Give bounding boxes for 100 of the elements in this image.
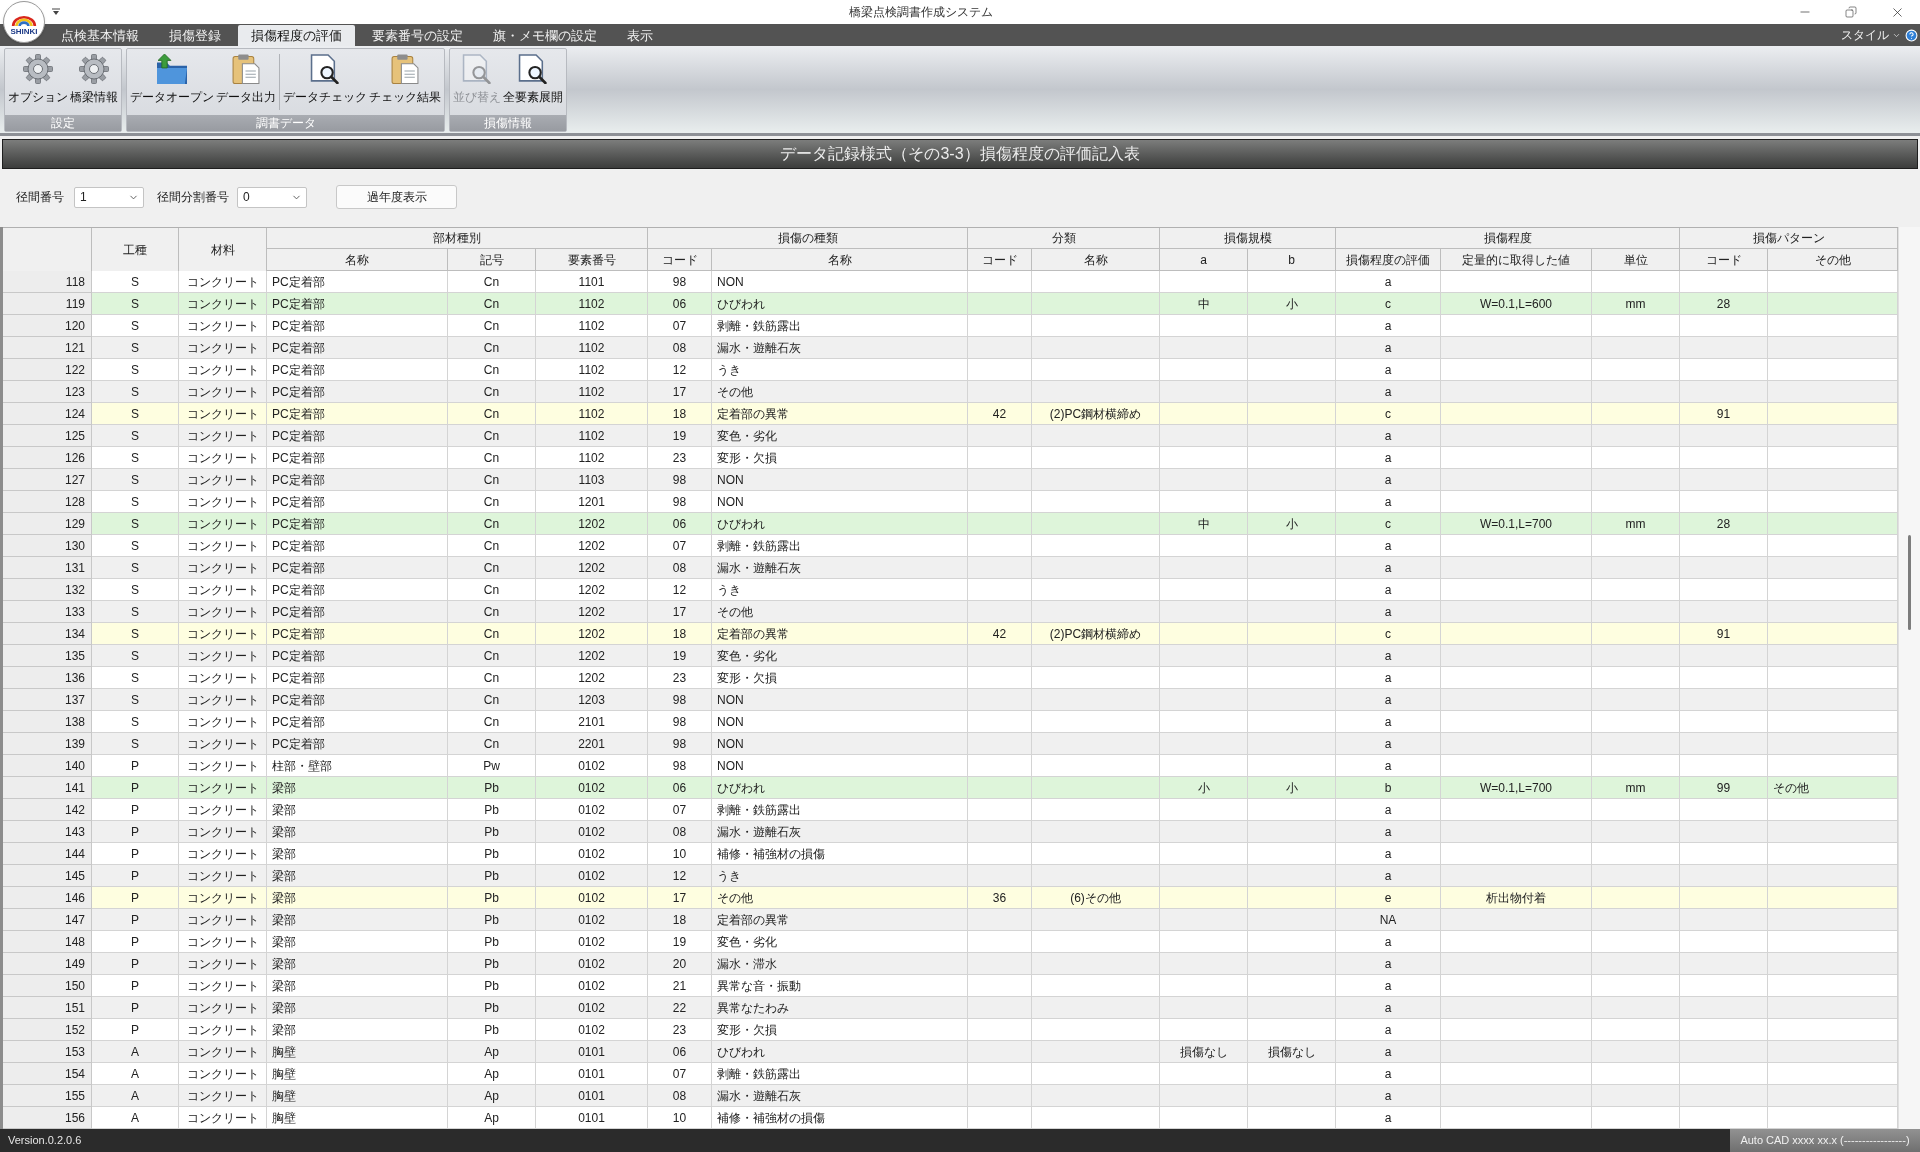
past-year-button[interactable]: 過年度表示 (336, 185, 457, 209)
table-row[interactable]: A コンクリート 胸壁 Ap 0101 06 ひびわれ 損傷なし 損傷なし a (92, 1041, 1898, 1063)
column-header: 定量的に取得した値 (1441, 249, 1592, 271)
table-row[interactable]: S コンクリート PC定着部 Cn 2201 98 NON a (92, 733, 1898, 755)
table-row[interactable]: S コンクリート PC定着部 Cn 1103 98 NON a (92, 469, 1898, 491)
column-header: a (1160, 249, 1248, 271)
table-row[interactable]: S コンクリート PC定着部 Cn 1202 23 変形・欠損 a (92, 667, 1898, 689)
column-header: 名称 (712, 249, 968, 271)
table-row[interactable]: S コンクリート PC定着部 Cn 1102 23 変形・欠損 a (92, 447, 1898, 469)
table-row[interactable]: P コンクリート 梁部 Pb 0102 12 うき a (92, 865, 1898, 887)
table-row[interactable]: P コンクリート 梁部 Pb 0102 10 補修・補強材の損傷 a (92, 843, 1898, 865)
table-row[interactable]: S コンクリート PC定着部 Cn 1202 12 うき a (92, 579, 1898, 601)
table-row[interactable]: S コンクリート PC定着部 Cn 1102 08 漏水・遊離石灰 a (92, 337, 1898, 359)
ribbon-tab[interactable]: 損傷登録 (156, 25, 234, 46)
table-row[interactable]: P コンクリート 梁部 Pb 0102 08 漏水・遊離石灰 a (92, 821, 1898, 843)
folder-arrow-icon (157, 54, 187, 84)
table-row[interactable]: P コンクリート 梁部 Pb 0102 22 異常なたわみ a (92, 997, 1898, 1019)
table-row[interactable]: S コンクリート PC定着部 Cn 1102 12 うき a (92, 359, 1898, 381)
row-number: 132 (3, 579, 92, 601)
table-row[interactable]: S コンクリート PC定着部 Cn 1102 07 剥離・鉄筋露出 a (92, 315, 1898, 337)
row-number: 156 (3, 1107, 92, 1129)
table-row[interactable]: P コンクリート 梁部 Pb 0102 07 剥離・鉄筋露出 a (92, 799, 1898, 821)
ribbon-tab[interactable]: 旗・メモ欄の設定 (480, 25, 610, 46)
row-number: 143 (3, 821, 92, 843)
table-row[interactable]: S コンクリート PC定着部 Cn 1102 17 その他 a (92, 381, 1898, 403)
column-group-header: 損傷の種類 (648, 228, 968, 249)
row-number: 124 (3, 403, 92, 425)
ribbon-button[interactable]: 橋梁情報 (69, 54, 119, 105)
row-number: 142 (3, 799, 92, 821)
table-row[interactable]: S コンクリート PC定着部 Cn 1102 06 ひびわれ 中 小 c W=0.1,L=600 mm 28 (92, 293, 1898, 315)
dropdown-caret-icon[interactable] (52, 8, 60, 16)
column-group-header: 分類 (968, 228, 1160, 249)
table-row[interactable]: S コンクリート PC定着部 Cn 1202 18 定着部の異常 42 (2)PC鋼材横締め c 91 (92, 623, 1898, 645)
table-row[interactable]: P コンクリート 梁部 Pb 0102 19 変色・劣化 a (92, 931, 1898, 953)
row-number: 138 (3, 711, 92, 733)
ribbon-button[interactable]: データチェック (282, 54, 368, 105)
table-row[interactable]: S コンクリート PC定着部 Cn 1101 98 NON a (92, 271, 1898, 293)
ribbon-button[interactable]: オプション (7, 54, 69, 105)
restore-icon (1845, 6, 1857, 18)
table-row[interactable]: A コンクリート 胸壁 Ap 0101 07 剥離・鉄筋露出 a (92, 1063, 1898, 1085)
row-number: 141 (3, 777, 92, 799)
table-row[interactable]: S コンクリート PC定着部 Cn 1202 06 ひびわれ 中 小 c W=0.1,L=700 mm 28 (92, 513, 1898, 535)
column-header: b (1248, 249, 1336, 271)
row-number: 128 (3, 491, 92, 513)
span-number-select[interactable]: 1 (74, 186, 144, 208)
form-title-bar: データ記録様式（その3-3）損傷程度の評価記入表 (2, 139, 1918, 169)
row-number: 126 (3, 447, 92, 469)
column-group-header: 損傷程度 (1336, 228, 1680, 249)
column-header: コード (1680, 249, 1768, 271)
span-division-select[interactable]: 0 (237, 186, 307, 208)
table-row[interactable]: S コンクリート PC定着部 Cn 1203 98 NON a (92, 689, 1898, 711)
ribbon-tab[interactable]: 損傷程度の評価 (238, 25, 355, 46)
table-row[interactable]: S コンクリート PC定着部 Cn 2101 98 NON a (92, 711, 1898, 733)
ribbon-tab[interactable]: 要素番号の設定 (359, 25, 476, 46)
ribbon-group-label: 調書データ (127, 115, 444, 131)
table-row[interactable]: P コンクリート 梁部 Pb 0102 21 異常な音・振動 a (92, 975, 1898, 997)
ribbon-button[interactable]: データ出力 (215, 54, 277, 105)
row-number: 139 (3, 733, 92, 755)
row-number: 148 (3, 931, 92, 953)
row-number: 127 (3, 469, 92, 491)
table-row[interactable]: S コンクリート PC定着部 Cn 1202 17 その他 a (92, 601, 1898, 623)
row-number: 151 (3, 997, 92, 1019)
table-row[interactable]: S コンクリート PC定着部 Cn 1102 18 定着部の異常 42 (2)PC鋼材横締め c 91 (92, 403, 1898, 425)
row-number: 146 (3, 887, 92, 909)
row-number: 152 (3, 1019, 92, 1041)
row-number: 118 (3, 271, 92, 293)
table-row[interactable]: S コンクリート PC定着部 Cn 1102 19 変色・劣化 a (92, 425, 1898, 447)
table-row[interactable]: P コンクリート 梁部 Pb 0102 18 定着部の異常 NA (92, 909, 1898, 931)
table-row[interactable]: P コンクリート 梁部 Pb 0102 17 その他 36 (6)その他 e 析出物付着 (92, 887, 1898, 909)
row-number: 130 (3, 535, 92, 557)
row-number: 155 (3, 1085, 92, 1107)
ribbon-button[interactable]: チェック結果 (368, 54, 442, 105)
cad-status-panel: Auto CAD xxxx xx.x (-----------------) (1730, 1129, 1920, 1152)
row-number: 154 (3, 1063, 92, 1085)
style-menu[interactable]: スタイル (1841, 24, 1901, 46)
row-number: 137 (3, 689, 92, 711)
table-row[interactable]: A コンクリート 胸壁 Ap 0101 08 漏水・遊離石灰 a (92, 1085, 1898, 1107)
row-number: 121 (3, 337, 92, 359)
ribbon-group-label: 設定 (5, 115, 121, 131)
table-row[interactable]: S コンクリート PC定着部 Cn 1201 98 NON a (92, 491, 1898, 513)
table-row[interactable]: P コンクリート 梁部 Pb 0102 20 漏水・滞水 a (92, 953, 1898, 975)
gear-icon (23, 54, 53, 84)
ribbon-button[interactable]: データオープン (129, 54, 215, 105)
clipboard-icon (231, 54, 261, 84)
table-row[interactable]: S コンクリート PC定着部 Cn 1202 08 漏水・遊離石灰 a (92, 557, 1898, 579)
table-row[interactable]: P コンクリート 柱部・壁部 Pw 0102 98 NON a (92, 755, 1898, 777)
row-number: 134 (3, 623, 92, 645)
table-row[interactable]: A コンクリート 胸壁 Ap 0101 10 補修・補強材の損傷 a (92, 1107, 1898, 1129)
field-label: 径間番号 (16, 189, 65, 206)
table-row[interactable]: S コンクリート PC定着部 Cn 1202 07 剥離・鉄筋露出 a (92, 535, 1898, 557)
column-header: 損傷程度の評価 (1336, 249, 1441, 271)
table-row[interactable]: P コンクリート 梁部 Pb 0102 23 変形・欠損 a (92, 1019, 1898, 1041)
table-row[interactable]: P コンクリート 梁部 Pb 0102 06 ひびわれ 小 小 b W=0.1,L=700 mm 99 その他 (92, 777, 1898, 799)
scrollbar-thumb[interactable] (1908, 535, 1911, 630)
table-row[interactable]: S コンクリート PC定着部 Cn 1202 19 変色・劣化 a (92, 645, 1898, 667)
ribbon-tab[interactable]: 表示 (614, 25, 666, 46)
ribbon-tab[interactable]: 点検基本情報 (48, 25, 152, 46)
row-number: 136 (3, 667, 92, 689)
ribbon-button[interactable]: 全要素展開 (502, 54, 564, 105)
help-icon[interactable] (1905, 28, 1918, 42)
